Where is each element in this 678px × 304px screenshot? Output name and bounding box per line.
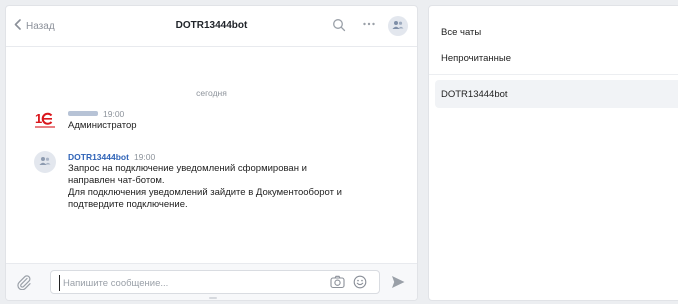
bot-avatar: [34, 151, 56, 173]
resize-handle[interactable]: [209, 297, 217, 299]
chat-title: DOTR13444bot: [175, 20, 248, 31]
chat-list-item-name: DOTR13444bot: [441, 89, 508, 100]
1c-logo-icon: 1: [34, 108, 58, 132]
avatar: 1: [34, 108, 58, 132]
sender-name-redacted: [68, 111, 98, 116]
members-icon: [392, 20, 404, 33]
filter-all-chats[interactable]: Все чаты: [441, 27, 481, 38]
message-body: 19:00 Администратор: [68, 108, 408, 132]
filter-unread[interactable]: Непрочитанные: [441, 53, 511, 64]
message-line: Для подключения уведомлений зайдите в До…: [68, 187, 342, 198]
avatar: [34, 151, 58, 175]
message-input[interactable]: [59, 275, 315, 291]
emoji-icon[interactable]: [353, 275, 367, 292]
divider: [429, 74, 678, 75]
message-line: Администратор: [68, 120, 137, 131]
message-input-box: [50, 270, 380, 294]
more-icon[interactable]: [362, 17, 376, 34]
camera-icon[interactable]: [330, 275, 345, 292]
chat-list-panel: Все чаты Непрочитанные DOTR13444bot: [428, 5, 678, 301]
message-line: Запрос на подключение уведомлений сформи…: [68, 163, 307, 174]
sender-name[interactable]: DOTR13444bot: [68, 152, 129, 162]
date-separator: сегодня: [196, 88, 227, 98]
svg-text:1: 1: [35, 111, 42, 126]
message-text: Запрос на подключение уведомлений сформи…: [68, 163, 408, 211]
chat-header: Назад DOTR13444bot: [6, 6, 417, 47]
message-meta: 19:00: [68, 108, 408, 119]
message-meta: DOTR13444bot 19:00: [68, 151, 408, 162]
members-icon: [39, 156, 51, 169]
message-line: направлен чат-ботом.: [68, 175, 165, 186]
message-line: подтвердите подключение.: [68, 199, 188, 210]
members-button[interactable]: [388, 16, 408, 36]
message-time: 19:00: [103, 108, 125, 119]
message-composer: [6, 263, 417, 300]
message-text: Администратор: [68, 120, 408, 132]
chat-panel: Назад DOTR13444bot сегодня 1 19:00 Админ…: [5, 5, 418, 301]
send-icon[interactable]: [390, 274, 406, 293]
message-body: DOTR13444bot 19:00 Запрос на подключение…: [68, 151, 408, 211]
message-time: 19:00: [133, 151, 156, 162]
chat-list-item[interactable]: DOTR13444bot: [435, 80, 678, 108]
search-icon[interactable]: [332, 18, 346, 35]
paperclip-icon[interactable]: [16, 274, 32, 293]
